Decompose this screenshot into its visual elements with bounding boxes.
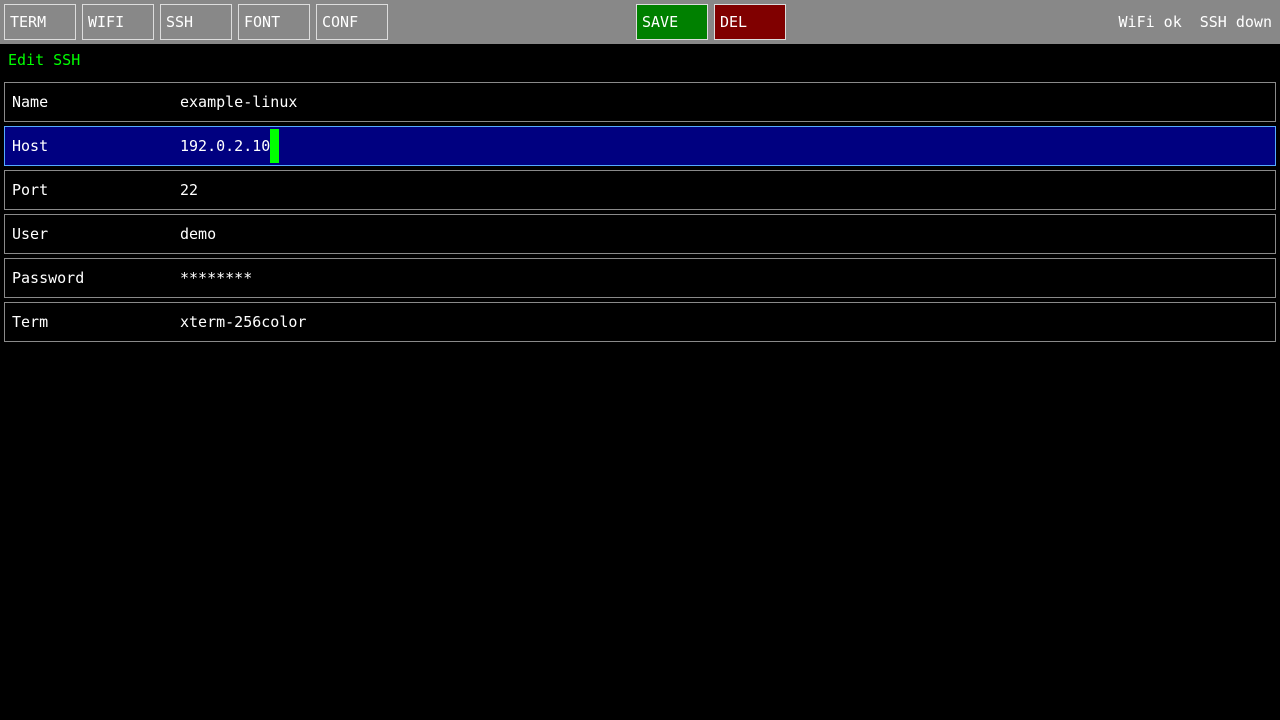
field-value-password[interactable]: ******** <box>180 259 252 297</box>
field-row-user[interactable]: User demo <box>4 214 1276 254</box>
ssh-field-list: Name example-linux Host 192.0.2.10 Port … <box>4 82 1276 346</box>
tab-conf[interactable]: CONF <box>316 4 388 40</box>
field-value-term[interactable]: xterm-256color <box>180 303 306 341</box>
field-label: Host <box>12 137 49 155</box>
text-cursor <box>270 129 280 163</box>
field-value-text: example-linux <box>180 93 298 111</box>
field-label: User <box>12 225 49 243</box>
field-value-port[interactable]: 22 <box>180 171 198 209</box>
field-row-password[interactable]: Password ******** <box>4 258 1276 298</box>
field-row-name[interactable]: Name example-linux <box>4 82 1276 122</box>
wifi-status: WiFi ok <box>1118 13 1182 31</box>
field-row-host[interactable]: Host 192.0.2.10 <box>4 126 1276 166</box>
connection-status: WiFi ok SSH down <box>1119 0 1272 44</box>
field-label: Name <box>12 93 49 111</box>
top-toolbar: TERM WIFI SSH FONT CONF SAVE DEL WiFi ok… <box>0 0 1280 44</box>
save-button[interactable]: SAVE <box>636 4 708 40</box>
field-value-user[interactable]: demo <box>180 215 216 253</box>
field-value-text: demo <box>180 225 217 243</box>
field-value-host[interactable]: 192.0.2.10 <box>180 127 280 165</box>
tab-wifi[interactable]: WIFI <box>82 4 154 40</box>
field-row-port[interactable]: Port 22 <box>4 170 1276 210</box>
field-value-text: xterm-256color <box>180 313 307 331</box>
field-label: Term <box>12 313 49 331</box>
ssh-status: SSH down <box>1199 13 1272 31</box>
field-value-text: ******** <box>180 269 253 287</box>
page-title: Edit SSH <box>8 51 81 69</box>
field-row-term[interactable]: Term xterm-256color <box>4 302 1276 342</box>
delete-button[interactable]: DEL <box>714 4 786 40</box>
field-label: Port <box>12 181 49 199</box>
tab-term[interactable]: TERM <box>4 4 76 40</box>
field-value-text: 192.0.2.10 <box>180 137 271 155</box>
tab-font[interactable]: FONT <box>238 4 310 40</box>
field-value-text: 22 <box>180 181 199 199</box>
field-label: Password <box>12 269 85 287</box>
field-value-name[interactable]: example-linux <box>180 83 297 121</box>
tab-ssh[interactable]: SSH <box>160 4 232 40</box>
